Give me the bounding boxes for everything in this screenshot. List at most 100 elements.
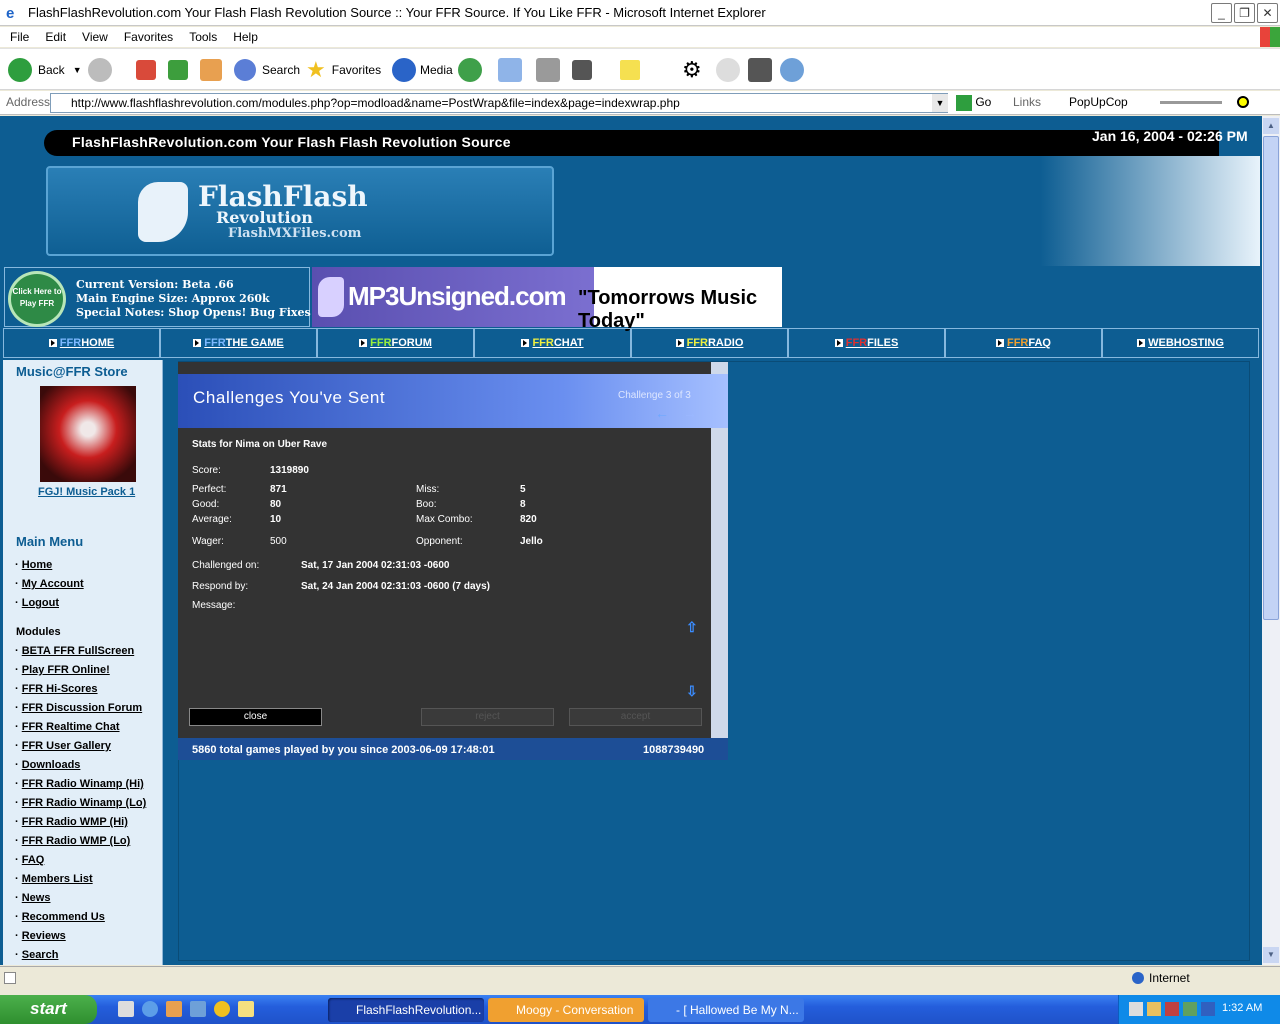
nav-the-game[interactable]: FFR THE GAME xyxy=(160,328,317,358)
site-logo[interactable]: FlashFlash Revolution FlashMXFiles.com xyxy=(46,166,554,256)
winamp-button[interactable] xyxy=(748,55,772,85)
album-art-image[interactable] xyxy=(40,386,136,482)
menu-edit[interactable]: Edit xyxy=(45,30,66,44)
popupcop-label[interactable]: PopUpCop xyxy=(1069,95,1128,109)
start-button[interactable]: start xyxy=(0,995,97,1024)
close-dialog-button[interactable]: close xyxy=(189,708,322,726)
menu-my-account[interactable]: · My Account xyxy=(15,578,84,590)
play-ffr-button[interactable]: Click Here to Play FFR xyxy=(8,271,66,327)
tray-icon-3[interactable] xyxy=(1165,1002,1179,1016)
store-item-link[interactable]: FGJ! Music Pack 1 xyxy=(38,486,135,498)
task-ie[interactable]: FlashFlashRevolution... xyxy=(328,998,484,1022)
nav-radio[interactable]: FFR RADIO xyxy=(631,328,788,358)
note-icon xyxy=(620,60,640,80)
nav-forum[interactable]: FFR FORUM xyxy=(317,328,474,358)
main-menu-title: Main Menu xyxy=(16,534,84,549)
module-link[interactable]: · Play FFR Online! xyxy=(15,664,110,676)
scroll-down-arrow-icon[interactable]: ⇩ xyxy=(686,683,698,700)
nav-faq[interactable]: FFR FAQ xyxy=(945,328,1102,358)
module-link[interactable]: · Downloads xyxy=(15,759,80,771)
menu-help[interactable]: Help xyxy=(233,30,258,44)
module-link[interactable]: · FFR Radio WMP (Lo) xyxy=(15,835,130,847)
menu-file[interactable]: File xyxy=(10,30,29,44)
module-label: FFR Radio Winamp (Lo) xyxy=(21,797,147,809)
links-label[interactable]: Links xyxy=(1013,95,1041,109)
back-button[interactable]: Back ▼ xyxy=(8,55,82,85)
module-link[interactable]: · FFR Radio Winamp (Lo) xyxy=(15,797,146,809)
scroll-thumb[interactable] xyxy=(1263,136,1279,620)
gear-button[interactable]: ⚙ xyxy=(682,55,702,85)
next-arrow-icon[interactable]: → xyxy=(683,405,697,421)
messenger-quicklaunch-icon[interactable] xyxy=(190,1001,206,1017)
search-button[interactable]: Search xyxy=(234,55,300,85)
nav-chat[interactable]: FFR CHAT xyxy=(474,328,631,358)
forward-button[interactable] xyxy=(88,55,112,85)
module-label: FFR Radio Winamp (Hi) xyxy=(21,778,144,790)
maxcombo-value: 820 xyxy=(520,514,537,525)
module-link[interactable]: · FFR Radio WMP (Hi) xyxy=(15,816,128,828)
module-link[interactable]: · FFR Hi-Scores xyxy=(15,683,98,695)
runner-quicklaunch-icon[interactable] xyxy=(238,1001,254,1017)
app-quicklaunch-icon[interactable] xyxy=(166,1001,182,1017)
menu-favorites[interactable]: Favorites xyxy=(124,30,173,44)
menu-view[interactable]: View xyxy=(82,30,108,44)
accept-button[interactable]: accept xyxy=(569,708,702,726)
mail-button[interactable] xyxy=(498,55,522,85)
minimize-button[interactable]: _ xyxy=(1211,3,1232,23)
scroll-up-icon[interactable]: ▲ xyxy=(1263,118,1279,134)
note-button[interactable] xyxy=(620,55,640,85)
stop-button[interactable] xyxy=(136,55,156,85)
yellow-circle-icon[interactable] xyxy=(1237,96,1249,108)
nav-webhosting[interactable]: WEBHOSTING xyxy=(1102,328,1259,358)
media-button[interactable]: Media xyxy=(392,55,453,85)
dancer-logo-icon xyxy=(138,182,188,242)
zoom-slider[interactable] xyxy=(1160,101,1222,104)
nav-files[interactable]: FFR FILES xyxy=(788,328,945,358)
module-link[interactable]: · BETA FFR FullScreen xyxy=(15,645,134,657)
module-link[interactable]: · FFR User Gallery xyxy=(15,740,111,752)
url-input[interactable]: http://www.flashflashrevolution.com/modu… xyxy=(50,93,948,113)
buddies-button[interactable] xyxy=(780,55,804,85)
go-button[interactable]: Go xyxy=(956,95,991,111)
prev-arrow-icon[interactable]: ← xyxy=(655,405,669,421)
maximize-button[interactable]: ❐ xyxy=(1234,3,1255,23)
tray-icon-5[interactable] xyxy=(1201,1002,1215,1016)
module-link[interactable]: · Search xyxy=(15,949,58,961)
page-scrollbar[interactable]: ▲ ▼ xyxy=(1262,116,1280,965)
module-link[interactable]: · Members List xyxy=(15,873,93,885)
messenger-button[interactable] xyxy=(716,55,740,85)
printer-icon xyxy=(536,58,560,82)
scroll-down-icon[interactable]: ▼ xyxy=(1263,947,1279,963)
desktop-icon[interactable] xyxy=(118,1001,134,1017)
refresh-button[interactable] xyxy=(168,55,188,85)
mp3unsigned-banner[interactable]: MP3Unsigned.com "Tomorrows Music Today" xyxy=(312,267,782,332)
module-link[interactable]: · FFR Discussion Forum xyxy=(15,702,142,714)
tray-icon-2[interactable] xyxy=(1147,1002,1161,1016)
module-link[interactable]: · FAQ xyxy=(15,854,44,866)
print-button[interactable] xyxy=(536,55,560,85)
tray-icon-1[interactable] xyxy=(1129,1002,1143,1016)
stop-icon xyxy=(136,60,156,80)
module-link[interactable]: · News xyxy=(15,892,50,904)
menu-logout[interactable]: · Logout xyxy=(15,597,59,609)
module-link[interactable]: · Reviews xyxy=(15,930,66,942)
module-link[interactable]: · FFR Realtime Chat xyxy=(15,721,120,733)
task-hallowed[interactable]: - [ Hallowed Be My N... xyxy=(648,998,804,1022)
tray-icon-4[interactable] xyxy=(1183,1002,1197,1016)
module-link[interactable]: · Recommend Us xyxy=(15,911,105,923)
edit-button[interactable] xyxy=(572,55,592,85)
menu-tools[interactable]: Tools xyxy=(189,30,217,44)
reject-button[interactable]: reject xyxy=(421,708,554,726)
module-link[interactable]: · FFR Radio Winamp (Hi) xyxy=(15,778,144,790)
menu-home[interactable]: · Home xyxy=(15,559,52,571)
media-quicklaunch-icon[interactable] xyxy=(214,1001,230,1017)
nav-home[interactable]: FFR HOME xyxy=(3,328,160,358)
favorites-button[interactable]: ★ Favorites xyxy=(306,55,381,85)
ie-quicklaunch-icon[interactable] xyxy=(142,1001,158,1017)
task-moogy[interactable]: Moogy - Conversation xyxy=(488,998,644,1022)
dropdown-icon[interactable]: ▼ xyxy=(932,94,948,112)
home-button[interactable] xyxy=(200,55,222,85)
history-button[interactable] xyxy=(458,55,482,85)
close-button[interactable]: ✕ xyxy=(1257,3,1278,23)
scroll-up-arrow-icon[interactable]: ⇧ xyxy=(686,619,698,636)
